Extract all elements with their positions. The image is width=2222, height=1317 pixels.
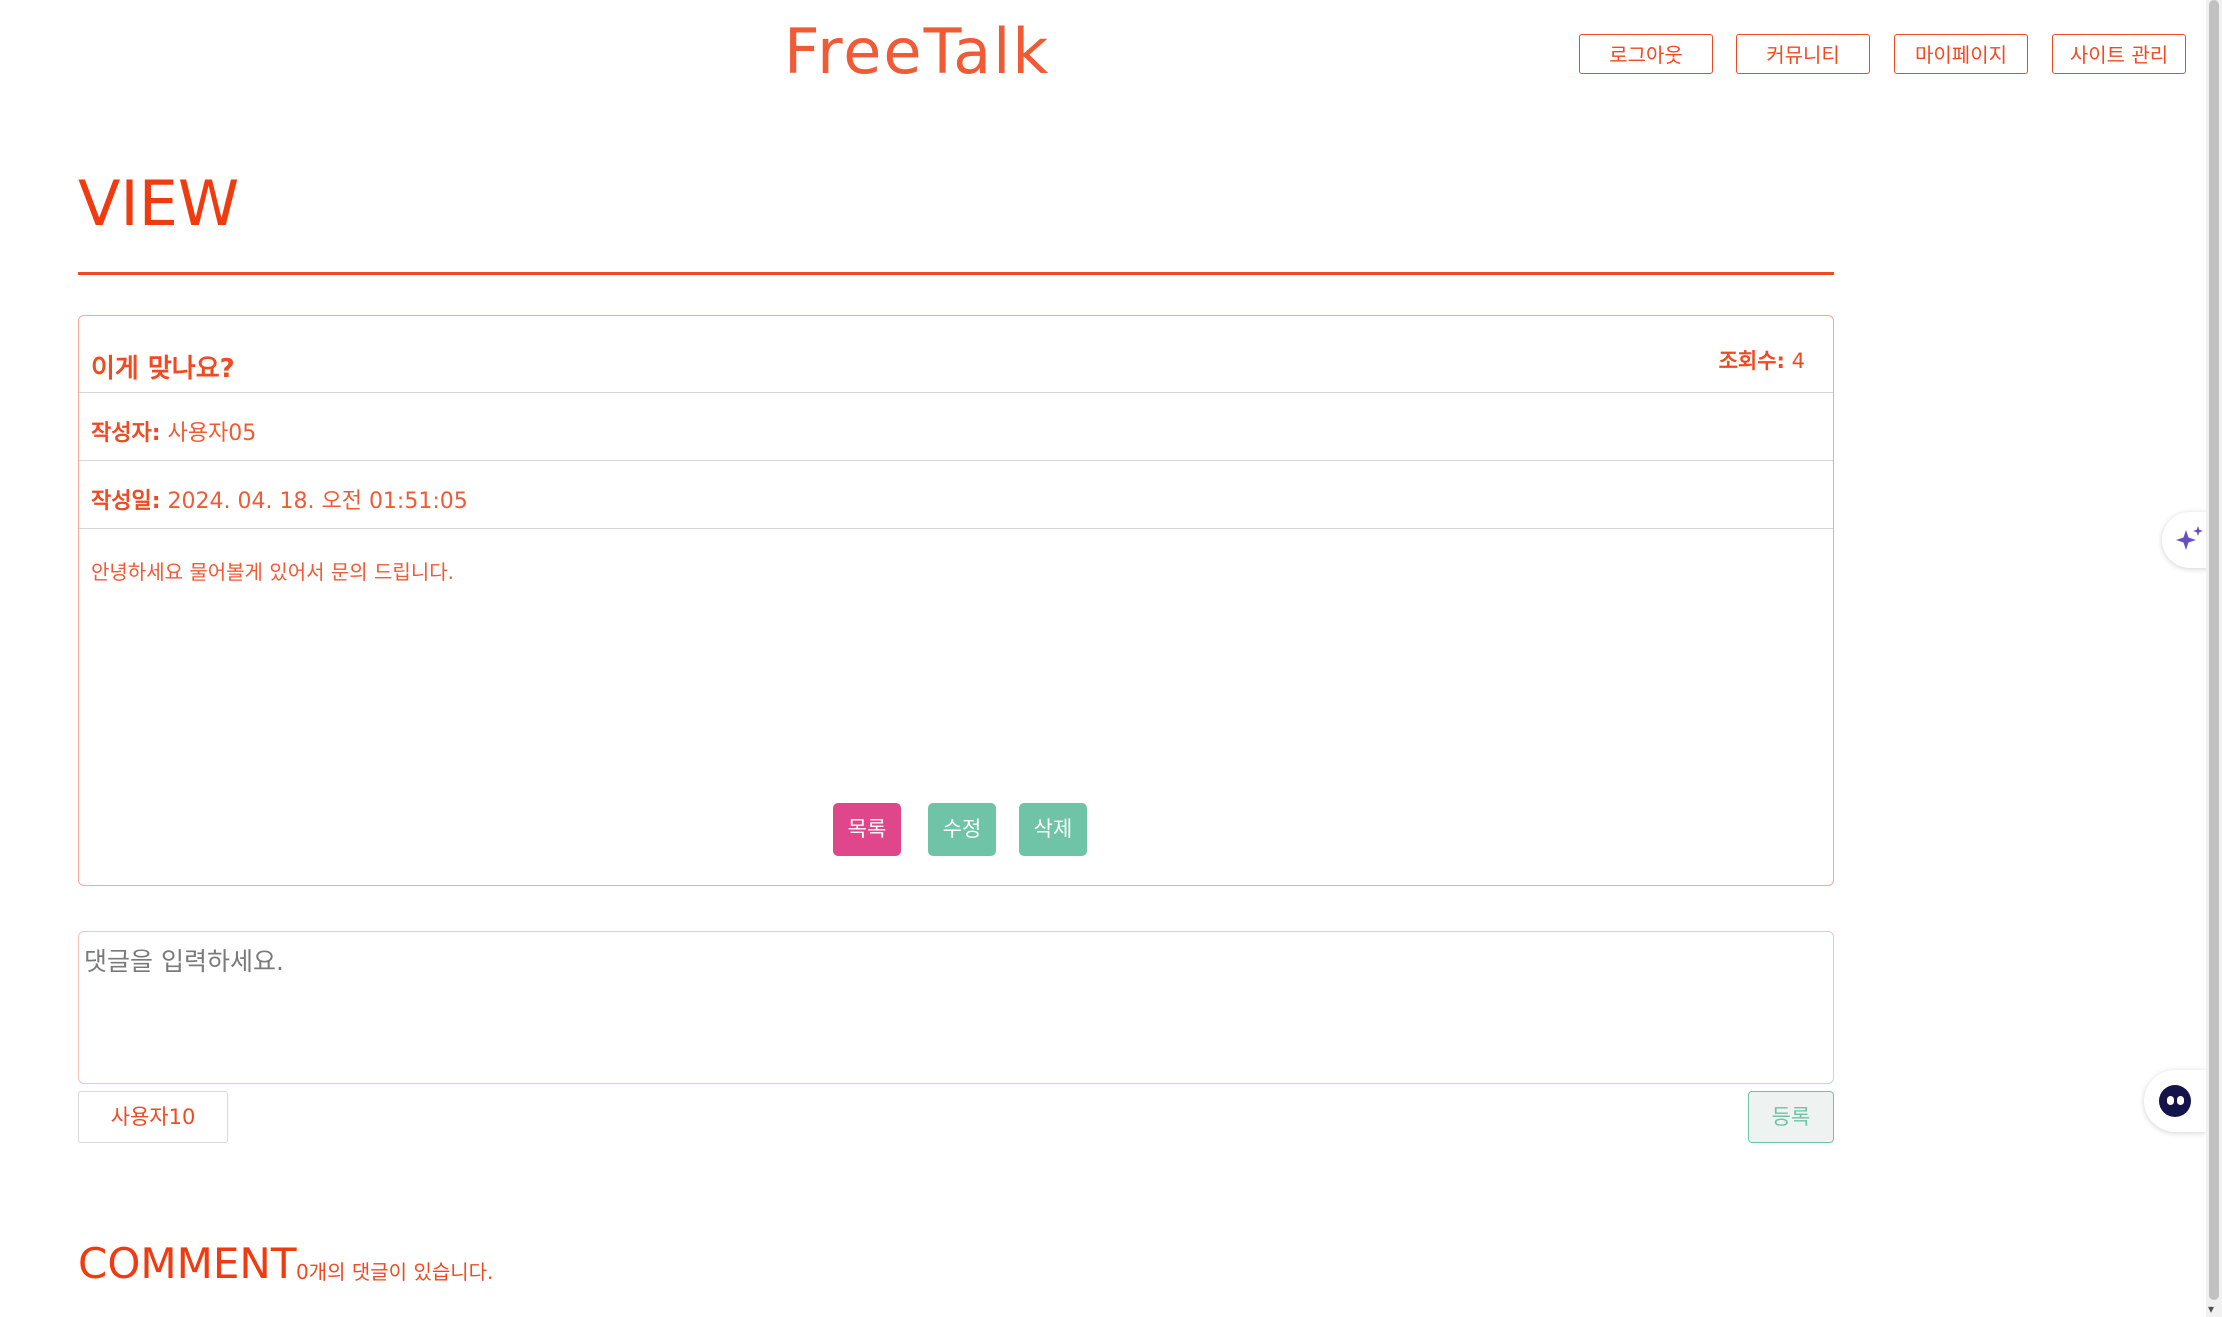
chatbot-icon: [2159, 1085, 2191, 1117]
list-button[interactable]: 목록: [833, 803, 901, 856]
scrollbar-thumb[interactable]: [2209, 0, 2219, 1300]
edit-button[interactable]: 수정: [928, 803, 996, 856]
comment-heading: COMMENT: [78, 1239, 297, 1288]
post-title: 이게 맞나요?: [91, 354, 235, 384]
delete-button[interactable]: 삭제: [1019, 803, 1087, 856]
logout-button[interactable]: 로그아웃: [1579, 34, 1713, 74]
author-value: 사용자05: [167, 421, 257, 446]
comment-count: 0개의 댓글이 있습니다.: [296, 1260, 494, 1284]
scroll-down-icon[interactable]: ▾: [2208, 1302, 2214, 1316]
title-divider: [78, 272, 1834, 275]
community-button[interactable]: 커뮤니티: [1736, 34, 1870, 74]
chatbot-widget-button[interactable]: [2144, 1070, 2206, 1132]
comment-user-name: 사용자10: [78, 1091, 228, 1143]
post-title-row: 이게 맞나요? 조회수: 4: [79, 316, 1833, 393]
post-body: 안녕하세요 물어볼게 있어서 문의 드립니다.: [91, 560, 454, 584]
page-title: VIEW: [78, 167, 240, 240]
submit-comment-button[interactable]: 등록: [1748, 1091, 1834, 1143]
site-admin-button[interactable]: 사이트 관리: [2052, 34, 2186, 74]
view-count-value: 4: [1791, 349, 1805, 373]
post-date-row: 작성일: 2024. 04. 18. 오전 01:51:05: [79, 461, 1833, 529]
post-card: 이게 맞나요? 조회수: 4 작성자: 사용자05 작성일: 2024. 04.…: [78, 315, 1834, 886]
author-label: 작성자:: [91, 421, 161, 446]
mypage-button[interactable]: 마이페이지: [1894, 34, 2028, 74]
view-count: 조회수: 4: [1719, 345, 1805, 375]
view-count-label: 조회수:: [1718, 349, 1785, 373]
site-logo[interactable]: FreeTalk: [784, 14, 1050, 90]
comment-input[interactable]: [78, 931, 1834, 1084]
post-author-row: 작성자: 사용자05: [79, 393, 1833, 461]
date-label: 작성일:: [91, 489, 161, 514]
date-value: 2024. 04. 18. 오전 01:51:05: [167, 489, 468, 514]
sparkle-icon: [2176, 526, 2203, 550]
